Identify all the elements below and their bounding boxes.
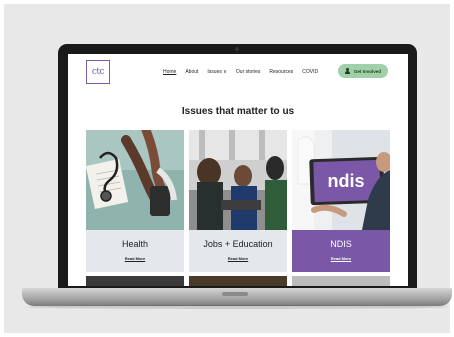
site-logo[interactable]: ctc (86, 60, 110, 84)
nav-resources[interactable]: Resources (269, 69, 293, 75)
issue-card-jobs-education[interactable]: Jobs + Education Read More (189, 130, 287, 272)
logo-text: ctc (91, 67, 105, 77)
read-more-jobs-education[interactable]: Read More (189, 256, 287, 261)
ndis-photo: ndis (292, 130, 390, 230)
ndis-logo-text: ndis (327, 171, 364, 191)
get-involved-label: Get Involved (353, 68, 381, 74)
issue-card-ndis[interactable]: ndis NDIS Read More (292, 130, 390, 272)
site-header: ctc Home About Issues ∨ Our stories Reso… (68, 54, 408, 94)
jobs-panel: Jobs + Education Read More (189, 230, 287, 272)
issue-card-health[interactable]: Health Read More (86, 130, 184, 272)
nav-covid[interactable]: COVID (302, 69, 318, 75)
card-title-health: Health (121, 239, 148, 249)
laptop-lid: ctc Home About Issues ∨ Our stories Reso… (58, 44, 417, 290)
laptop-shadow (26, 305, 448, 309)
read-more-ndis[interactable]: Read More (292, 256, 390, 261)
nav-about[interactable]: About (185, 69, 198, 75)
laptop-base (22, 288, 452, 306)
jobs-photo (189, 130, 287, 230)
section-heading: Issues that matter to us (181, 106, 295, 117)
main-nav: Home About Issues ∨ Our stories Resource… (163, 69, 327, 75)
health-photo (86, 130, 184, 230)
nav-issues[interactable]: Issues ∨ (207, 69, 227, 75)
camera-dot (235, 47, 239, 51)
next-card-3-preview (292, 276, 390, 286)
card-title-jobs-education: Jobs + Education (203, 239, 273, 249)
next-card-1-preview (86, 276, 184, 286)
nav-home[interactable]: Home (163, 69, 176, 75)
nav-our-stories[interactable]: Our stories (236, 69, 260, 75)
get-involved-button[interactable]: Get Involved (338, 64, 388, 78)
card-title-ndis: NDIS (330, 239, 352, 249)
laptop-notch (222, 292, 248, 296)
laptop-screen: ctc Home About Issues ∨ Our stories Reso… (68, 54, 408, 286)
health-panel: Health Read More (86, 230, 184, 272)
next-card-2-preview (189, 276, 287, 286)
user-icon (345, 68, 351, 74)
read-more-health[interactable]: Read More (86, 256, 184, 261)
ndis-panel: NDIS Read More (292, 230, 390, 272)
mockup-background: ctc Home About Issues ∨ Our stories Reso… (4, 4, 452, 333)
